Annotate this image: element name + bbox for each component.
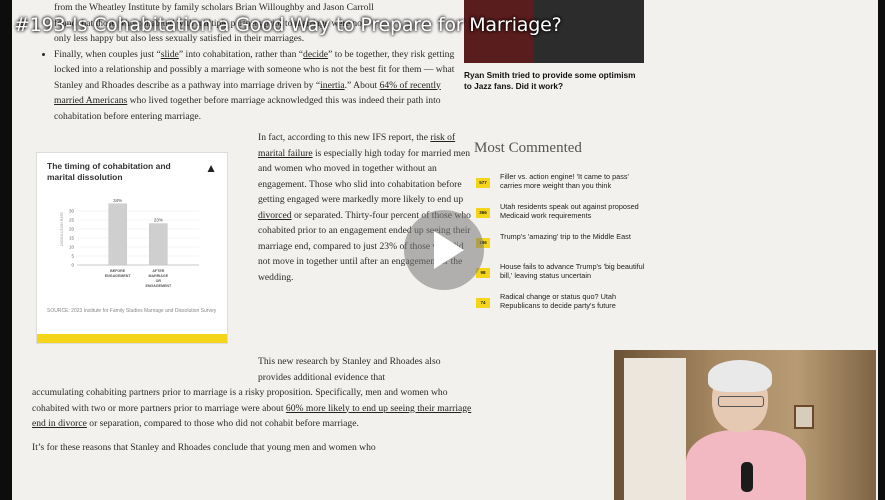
webcam-person-glasses — [718, 396, 764, 407]
x-tick-label: OR — [156, 279, 162, 283]
related-caption[interactable]: Ryan Smith tried to provide some optimis… — [464, 70, 639, 92]
y-tick-label: 25 — [69, 218, 75, 223]
video-title[interactable]: #193-Is Cohabitation a Good Way to Prepa… — [14, 14, 562, 36]
video-player[interactable]: from the Wheatley Institute by family sc… — [0, 0, 885, 500]
y-tick-label: 15 — [69, 236, 75, 241]
play-button[interactable] — [404, 210, 484, 290]
most-commented-heading: Most Commented — [474, 140, 582, 156]
link-decide[interactable]: decide — [303, 49, 328, 60]
y-tick-label: 5 — [71, 254, 74, 259]
list-item[interactable]: 98 House fails to advance Trump's 'big b… — [474, 262, 664, 292]
article-paragraph-last: It’s for these reasons that Stanley and … — [32, 441, 376, 453]
article-paragraph-full: accumulating cohabiting partners prior t… — [32, 387, 472, 429]
chart-source: SOURCE: 2023 Institute for Family Studie… — [47, 308, 217, 314]
y-tick-label: 30 — [69, 209, 75, 214]
article-body: from the Wheatley Institute by family sc… — [32, 0, 472, 455]
list-item: Finally, when couples just “slide” into … — [54, 47, 472, 125]
data-label: 23% — [154, 218, 163, 223]
ifs-logo-icon: ▲ — [205, 161, 217, 175]
chart-bar — [108, 203, 127, 266]
list-item[interactable]: 186 Trump's 'amazing' trip to the Middle… — [474, 232, 664, 262]
y-tick-label: 0 — [71, 263, 74, 268]
x-tick-label: ENGAGEMENT — [145, 284, 172, 288]
list-item-title[interactable]: Filler vs. action engine! 'It came to pa… — [500, 172, 650, 190]
chart-title: The timing of cohabitation and marital d… — [47, 161, 171, 182]
article-bullet-list: Finally, when couples just “slide” into … — [32, 47, 472, 125]
data-label: 34% — [113, 198, 122, 203]
chart-accent-bar — [37, 334, 227, 343]
chart-card: The timing of cohabitation and marital d… — [36, 152, 228, 344]
list-item-title[interactable]: House fails to advance Trump's 'big beau… — [500, 262, 650, 280]
list-item-title[interactable]: Radical change or status quo? Utah Repub… — [500, 292, 650, 310]
x-tick-label: ENGAGEMENT — [105, 274, 132, 278]
list-item[interactable]: 577 Filler vs. action engine! 'It came t… — [474, 172, 664, 202]
list-item[interactable]: 366 Utah residents speak out against pro… — [474, 202, 664, 232]
list-item[interactable]: 74 Radical change or status quo? Utah Re… — [474, 292, 664, 322]
x-tick-label: BEFORE — [110, 269, 126, 273]
comment-count-badge: 74 — [476, 298, 490, 308]
webcam-overlay — [614, 350, 876, 500]
link-slide[interactable]: slide — [161, 49, 179, 60]
webcam-person-hair — [708, 360, 772, 392]
x-tick-label: AFTER — [152, 269, 164, 273]
list-item-title[interactable]: Trump's 'amazing' trip to the Middle Eas… — [500, 232, 650, 241]
x-tick-label: MARRIAGE — [149, 274, 169, 278]
list-item-title[interactable]: Utah residents speak out against propose… — [500, 202, 650, 220]
y-tick-label: 10 — [69, 245, 75, 250]
link-divorced[interactable]: divorced — [258, 210, 292, 221]
webcam-picture-frame — [794, 405, 814, 429]
microphone-icon — [741, 462, 753, 492]
most-commented-list: 577 Filler vs. action engine! 'It came t… — [474, 172, 664, 322]
chart-bar — [149, 223, 168, 266]
y-tick-label: 20 — [69, 227, 75, 232]
bar-chart: DISSOLUTION RATE05101520253034%BEFOREENG… — [60, 198, 199, 288]
link-inertia[interactable]: inertia — [320, 80, 345, 91]
y-axis-label: DISSOLUTION RATE — [60, 211, 64, 245]
comment-count-badge: 577 — [476, 178, 490, 188]
article-paragraph-new-research: This new research by Stanley and Rhoades… — [258, 356, 441, 383]
comment-count-badge: 366 — [476, 208, 490, 218]
play-icon — [434, 231, 464, 269]
webcam-door — [624, 358, 686, 500]
